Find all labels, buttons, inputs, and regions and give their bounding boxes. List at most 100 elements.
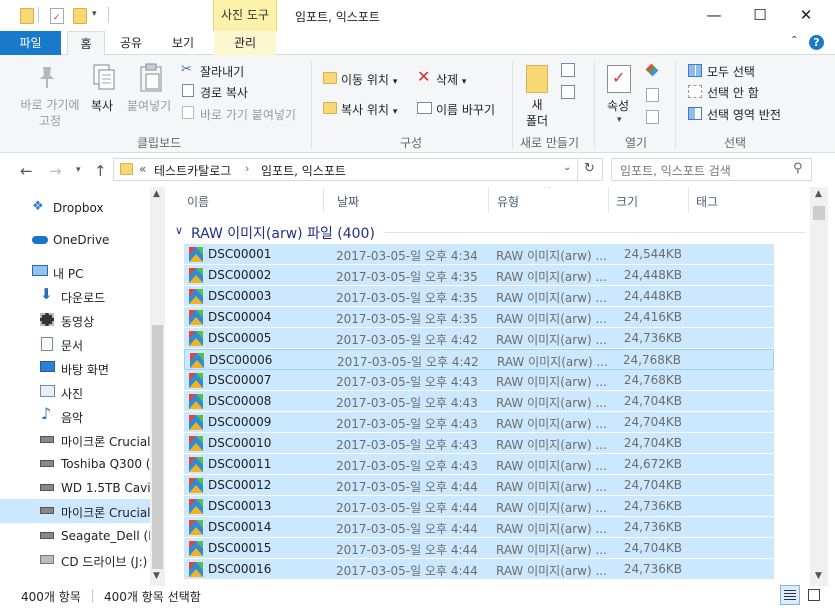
- select-none-button[interactable]: 선택 안 함: [707, 84, 759, 101]
- nav-item-dropbox[interactable]: ❖ Dropbox: [0, 196, 150, 220]
- minimize-button[interactable]: —: [691, 0, 737, 31]
- easy-access-icon[interactable]: [561, 85, 575, 99]
- column-header-tags[interactable]: 태그: [696, 193, 718, 210]
- table-row[interactable]: DSC00014 2017-03-05-일 오후 4:44 RAW 이미지(arw)…: [184, 517, 774, 538]
- table-row[interactable]: DSC00002 2017-03-05-일 오후 4:35 RAW 이미지(arw)…: [184, 265, 774, 286]
- scroll-up-icon[interactable]: ▲: [815, 189, 822, 199]
- scroll-up-icon[interactable]: ▲: [153, 189, 160, 199]
- nav-item-pictures[interactable]: 사진: [0, 380, 150, 404]
- nav-item-drive-selected[interactable]: 마이크론 Crucial: [0, 499, 150, 523]
- maximize-button[interactable]: ☐: [737, 0, 783, 31]
- column-separator[interactable]: [608, 187, 609, 213]
- column-separator[interactable]: [323, 187, 324, 213]
- scroll-down-icon[interactable]: ▼: [815, 571, 822, 581]
- scroll-down-icon[interactable]: ▼: [153, 571, 160, 581]
- column-separator[interactable]: [688, 187, 689, 213]
- table-row[interactable]: DSC00011 2017-03-05-일 오후 4:43 RAW 이미지(arw)…: [184, 454, 774, 475]
- table-row[interactable]: DSC00009 2017-03-05-일 오후 4:43 RAW 이미지(arw)…: [184, 412, 774, 433]
- breadcrumb-item[interactable]: 테스트카탈로그: [154, 162, 231, 179]
- new-folder-button[interactable]: 새 폴더: [524, 97, 550, 129]
- table-row[interactable]: DSC00006 2017-03-05-일 오후 4:42 RAW 이미지(arw)…: [184, 349, 774, 370]
- nav-item-cd-drive[interactable]: CD 드라이브 (J:): [0, 548, 150, 572]
- table-row[interactable]: DSC00003 2017-03-05-일 오후 4:35 RAW 이미지(arw)…: [184, 286, 774, 307]
- column-header-date[interactable]: 날짜: [337, 193, 359, 210]
- help-icon[interactable]: ?: [809, 35, 824, 50]
- paste-shortcut-button[interactable]: 바로 가기 붙여넣기: [200, 106, 296, 123]
- tab-manage[interactable]: 관리: [214, 31, 276, 55]
- copy-path-button[interactable]: 경로 복사: [200, 84, 248, 101]
- table-row[interactable]: DSC00010 2017-03-05-일 오후 4:43 RAW 이미지(arw)…: [184, 433, 774, 454]
- history-icon[interactable]: [646, 110, 659, 124]
- search-icon[interactable]: ⚲: [793, 161, 803, 176]
- column-header-name[interactable]: 이름: [187, 193, 209, 210]
- column-separator[interactable]: [488, 187, 489, 213]
- back-arrow-icon[interactable]: ←: [20, 162, 33, 180]
- nav-scrollbar[interactable]: ▲ ▼: [150, 187, 165, 586]
- table-row[interactable]: DSC00012 2017-03-05-일 오후 4:44 RAW 이미지(arw)…: [184, 475, 774, 496]
- new-folder-qat-icon[interactable]: [73, 8, 87, 24]
- invert-selection-button[interactable]: 선택 영역 반전: [707, 106, 781, 123]
- select-all-button[interactable]: 모두 선택: [707, 63, 755, 80]
- nav-item-music[interactable]: ♪ 음악: [0, 404, 150, 428]
- pin-quick-access-button[interactable]: 바로 가기에 고정: [16, 97, 84, 129]
- tab-share[interactable]: 공유: [109, 31, 153, 55]
- table-row[interactable]: DSC00008 2017-03-05-일 오후 4:43 RAW 이미지(arw)…: [184, 391, 774, 412]
- table-row[interactable]: DSC00004 2017-03-05-일 오후 4:35 RAW 이미지(arw)…: [184, 307, 774, 328]
- table-row[interactable]: DSC00007 2017-03-05-일 오후 4:43 RAW 이미지(arw)…: [184, 370, 774, 391]
- nav-item-drive[interactable]: 마이크론 Crucial: [0, 428, 150, 452]
- properties-qat-icon[interactable]: ✓: [50, 8, 64, 24]
- tab-home[interactable]: 홈: [67, 31, 105, 56]
- address-dropdown-icon[interactable]: ⌄: [563, 162, 571, 173]
- tab-view[interactable]: 보기: [161, 31, 205, 55]
- cut-button[interactable]: 잘라내기: [200, 63, 244, 80]
- delete-button[interactable]: 삭제 ▾: [436, 71, 466, 88]
- move-to-button[interactable]: 이동 위치 ▾: [341, 71, 397, 88]
- recent-locations-icon[interactable]: ▾: [76, 165, 81, 175]
- column-header-size[interactable]: 크기: [616, 193, 638, 210]
- refresh-icon[interactable]: ↻: [584, 161, 595, 176]
- properties-button[interactable]: 속성: [607, 97, 629, 114]
- large-icons-view-icon[interactable]: [806, 587, 822, 603]
- file-list-scrollbar-thumb[interactable]: [813, 206, 825, 220]
- collapse-ribbon-icon[interactable]: ⌃: [790, 35, 798, 46]
- column-header-type[interactable]: 유형: [497, 193, 519, 210]
- nav-item-this-pc[interactable]: 내 PC: [0, 260, 150, 284]
- group-collapse-icon[interactable]: ∨: [175, 224, 183, 237]
- paste-button[interactable]: 붙여넣기: [127, 97, 171, 114]
- nav-item-drive[interactable]: Toshiba Q300 (D: [0, 452, 150, 476]
- search-box[interactable]: 임포트, 익스포트 검색 ⚲: [611, 158, 812, 181]
- nav-item-drive[interactable]: Seagate_Dell (H:: [0, 524, 150, 548]
- tab-file[interactable]: 파일: [0, 31, 61, 55]
- address-bar[interactable]: « 테스트카탈로그 › 임포트, 익스포트 ⌄ ↻: [113, 158, 603, 181]
- copy-to-button[interactable]: 복사 위치 ▾: [341, 101, 397, 118]
- open-icon[interactable]: [645, 63, 659, 77]
- copy-button[interactable]: 복사: [91, 97, 113, 114]
- breadcrumb-item[interactable]: 임포트, 익스포트: [261, 162, 346, 179]
- nav-item-onedrive[interactable]: OneDrive: [0, 228, 150, 252]
- table-row[interactable]: DSC00001 2017-03-05-일 오후 4:34 RAW 이미지(arw)…: [184, 244, 774, 265]
- forward-arrow-icon[interactable]: →: [49, 162, 62, 180]
- new-item-icon[interactable]: [561, 63, 575, 77]
- nav-item-videos[interactable]: 동영상: [0, 308, 150, 332]
- dropdown-arrow-icon[interactable]: ▾: [617, 115, 622, 125]
- nav-item-downloads[interactable]: ⬇ 다운로드: [0, 284, 150, 308]
- rename-button[interactable]: 이름 바꾸기: [436, 101, 495, 118]
- customize-qat-icon[interactable]: ▾: [92, 9, 97, 19]
- edit-icon[interactable]: [646, 88, 659, 102]
- group-header[interactable]: RAW 이미지(arw) 파일 (400): [191, 223, 375, 243]
- details-view-icon[interactable]: [780, 585, 800, 605]
- file-list-scrollbar[interactable]: ▲ ▼: [810, 187, 828, 586]
- breadcrumb-overflow[interactable]: «: [139, 162, 146, 176]
- nav-item-drive[interactable]: WD 1.5TB Cavia: [0, 476, 150, 500]
- nav-item-documents[interactable]: 문서: [0, 332, 150, 356]
- nav-item-desktop[interactable]: 바탕 화면: [0, 356, 150, 380]
- table-row[interactable]: DSC00013 2017-03-05-일 오후 4:44 RAW 이미지(arw)…: [184, 496, 774, 517]
- move-to-label: 이동 위치: [341, 73, 389, 87]
- nav-scrollbar-thumb[interactable]: [152, 325, 163, 569]
- breadcrumb-separator-icon[interactable]: ›: [245, 162, 249, 175]
- table-row[interactable]: DSC00016 2017-03-05-일 오후 4:44 RAW 이미지(arw)…: [184, 559, 774, 580]
- up-arrow-icon[interactable]: ↑: [94, 162, 107, 180]
- table-row[interactable]: DSC00005 2017-03-05-일 오후 4:42 RAW 이미지(arw)…: [184, 328, 774, 349]
- table-row[interactable]: DSC00015 2017-03-05-일 오후 4:44 RAW 이미지(arw)…: [184, 538, 774, 559]
- close-button[interactable]: ✕: [783, 0, 829, 31]
